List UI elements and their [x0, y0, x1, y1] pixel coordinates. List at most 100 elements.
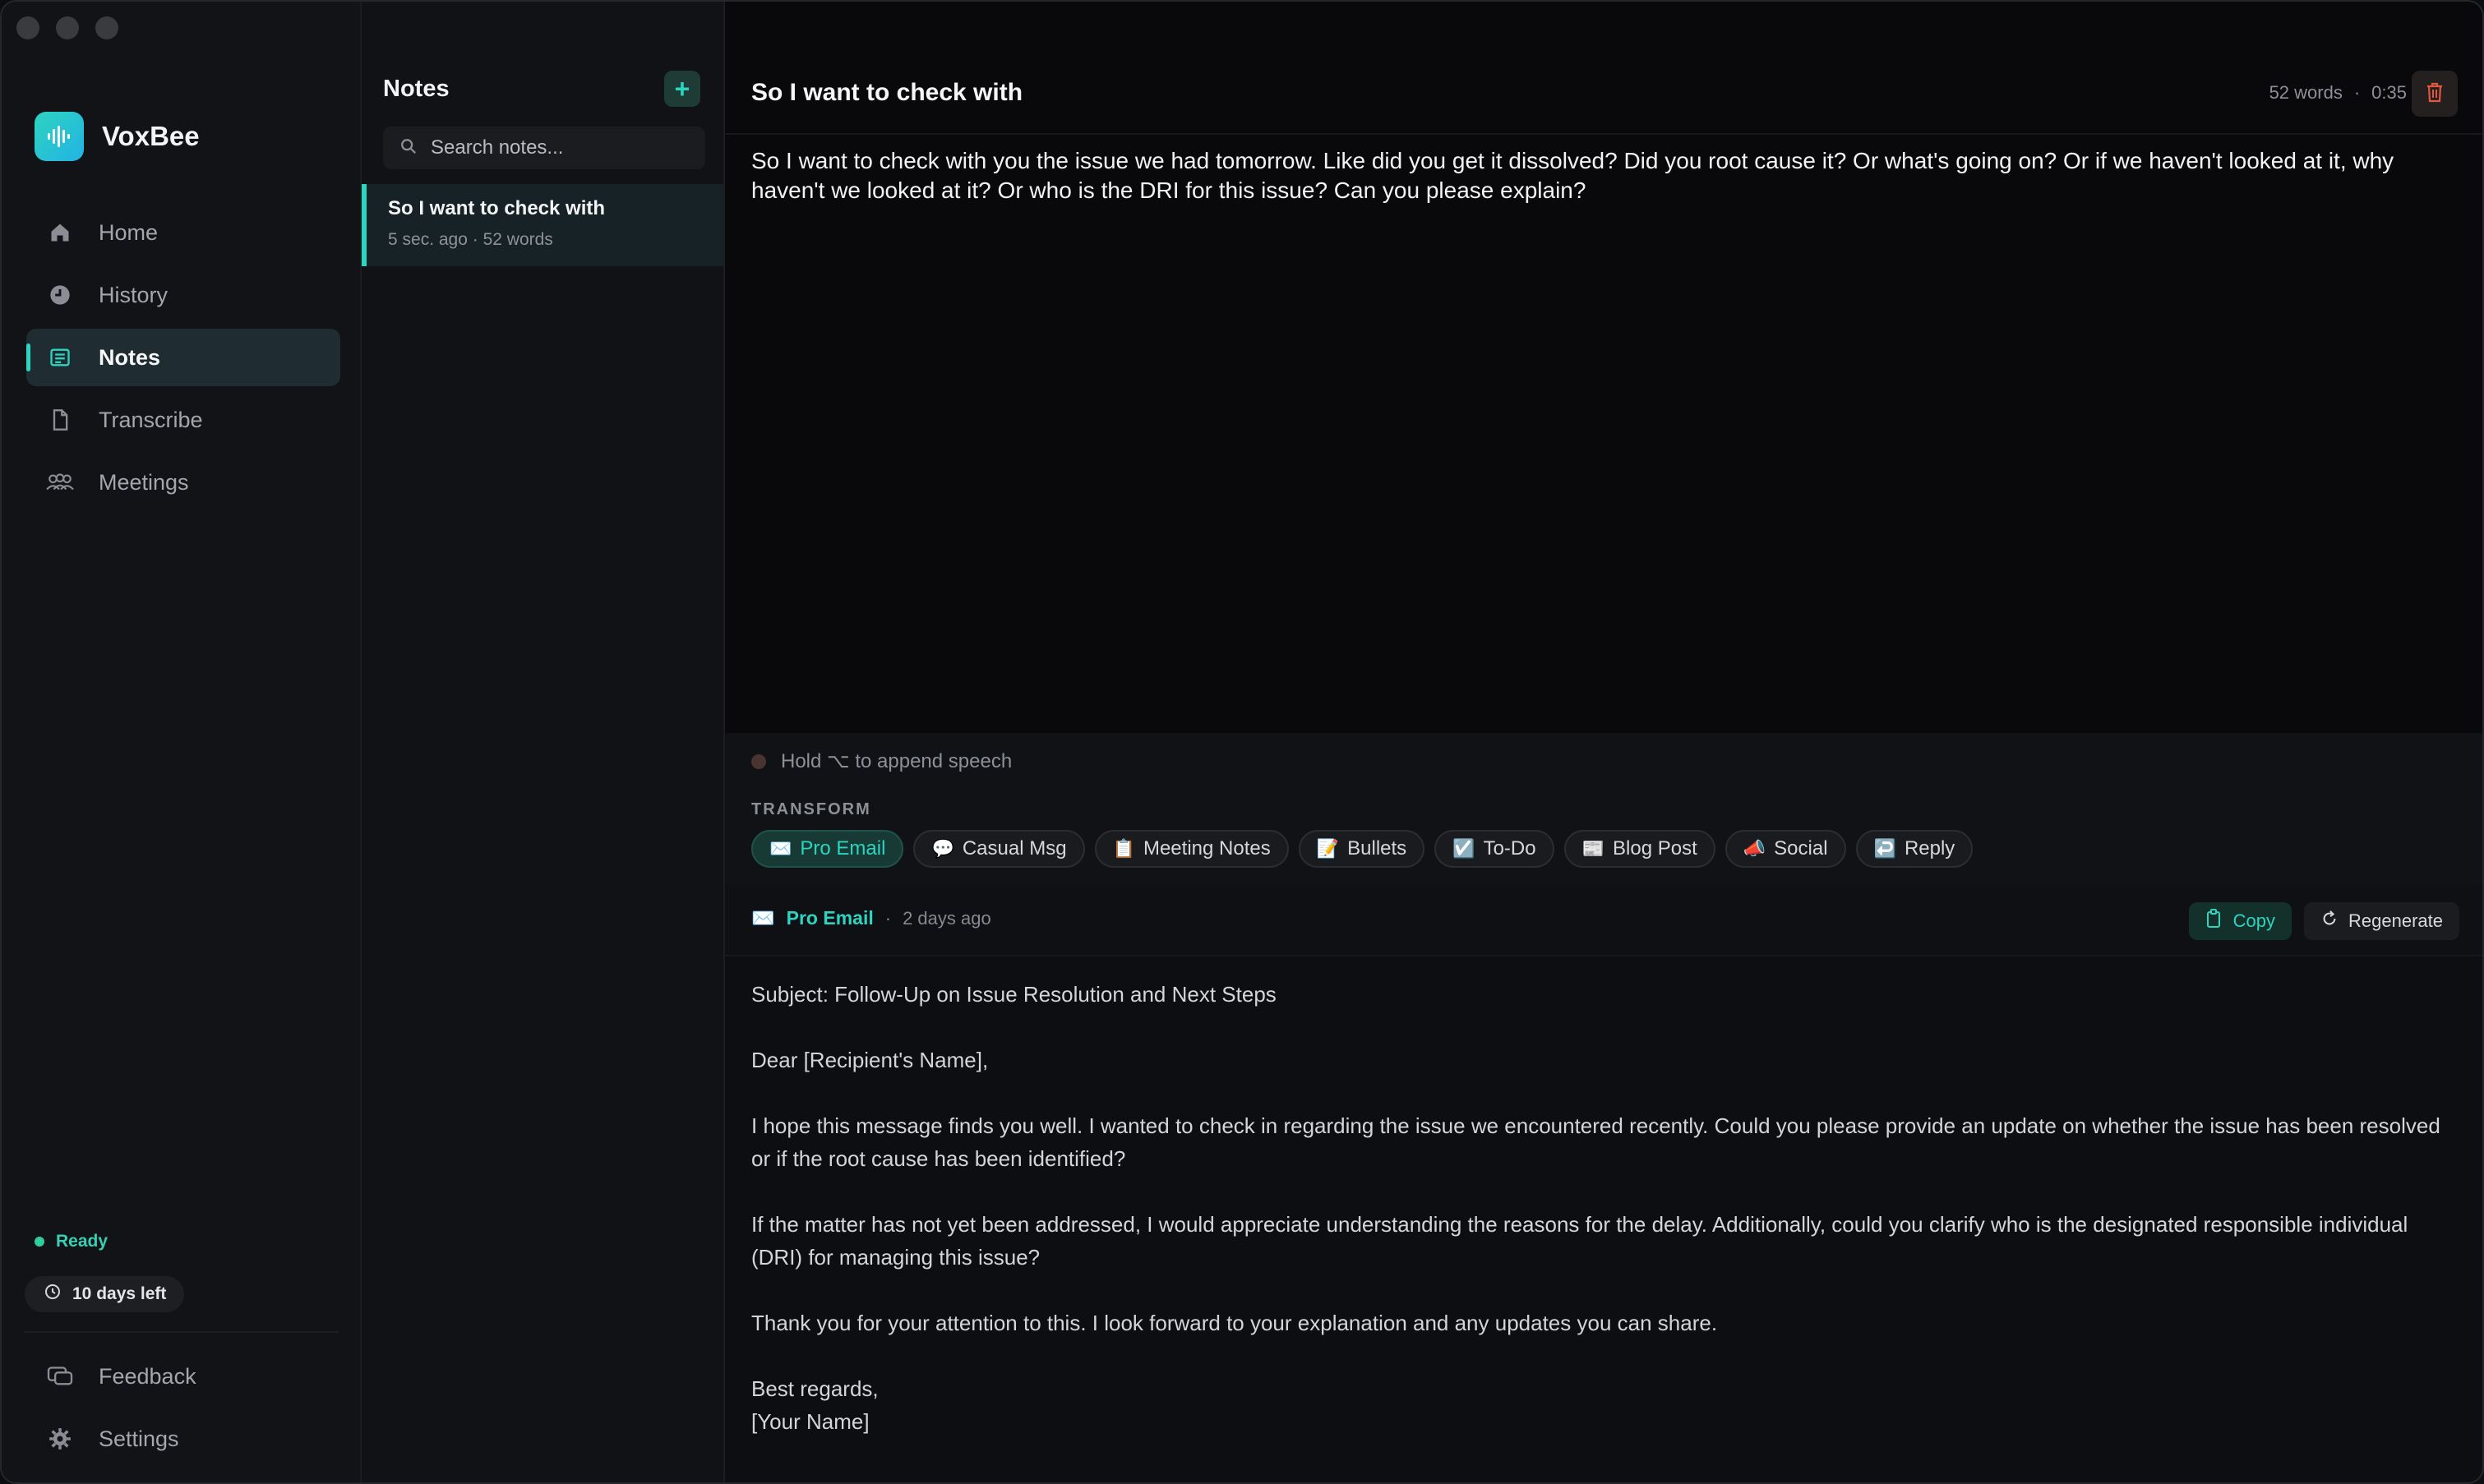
email-paragraph: If the matter has not yet been addressed…	[751, 1212, 2408, 1270]
note-time: 5 sec. ago	[388, 230, 468, 249]
duration: 0:35	[2371, 82, 2407, 103]
note-editor: So I want to check with 52 words · 0:35 …	[725, 2, 2482, 1482]
email-paragraph: Dear [Recipient's Name],	[751, 1048, 989, 1072]
note-title-heading[interactable]: So I want to check with	[751, 79, 1023, 107]
result-info: ✉️ Pro Email · 2 days ago	[751, 907, 991, 929]
people-icon	[46, 468, 74, 496]
divider	[25, 1331, 339, 1333]
sidebar-item-label: History	[99, 282, 169, 307]
newspaper-icon: 📰	[1581, 838, 1605, 859]
transform-chips: ✉️ Pro Email 💬 Casual Msg 📋 Meeting Note…	[751, 830, 1974, 868]
chip-label: Reply	[1904, 837, 1955, 860]
sidebar-item-label: Transcribe	[99, 407, 203, 432]
chip-label: Meeting Notes	[1143, 837, 1271, 860]
sidebar-item-label: Notes	[99, 344, 161, 370]
copy-label: Copy	[2232, 910, 2275, 931]
file-icon	[46, 406, 74, 434]
feedback-icon	[46, 1362, 74, 1390]
email-paragraph: Thank you for your attention to this. I …	[751, 1311, 1718, 1335]
chip-casual-msg[interactable]: 💬 Casual Msg	[913, 830, 1085, 868]
divider	[725, 133, 2482, 135]
minimize-window-button[interactable]	[56, 16, 79, 39]
chip-meeting-notes[interactable]: 📋 Meeting Notes	[1094, 830, 1289, 868]
result-content[interactable]: Subject: Follow-Up on Issue Resolution a…	[751, 978, 2461, 1438]
chip-label: To-Do	[1483, 837, 1536, 860]
status-dot-icon	[35, 1237, 44, 1247]
result-header: ✉️ Pro Email · 2 days ago Copy Regenerat…	[725, 884, 2482, 956]
note-meta: 5 sec. ago · 52 words	[388, 230, 723, 250]
copy-icon	[2205, 909, 2223, 933]
status-text: Ready	[56, 1232, 109, 1251]
sidebar-item-notes[interactable]: Notes	[26, 329, 340, 386]
add-note-button[interactable]: +	[664, 71, 700, 107]
envelope-icon: ✉️	[751, 907, 775, 929]
home-icon	[46, 219, 74, 247]
sidebar: VoxBee Home History Notes Transcribe Mee…	[2, 2, 362, 1482]
transform-toolbar: Hold ⌥ to append speech TRANSFORM ✉️ Pro…	[725, 733, 2482, 884]
window-controls	[16, 16, 118, 39]
sidebar-item-label: Meetings	[99, 469, 189, 495]
append-hint-text: Hold ⌥ to append speech	[781, 750, 1013, 772]
note-list-item[interactable]: So I want to check with 5 sec. ago · 52 …	[362, 184, 723, 266]
trial-badge[interactable]: 10 days left	[25, 1276, 185, 1312]
chip-label: Blog Post	[1613, 837, 1697, 860]
trial-text: 10 days left	[72, 1284, 167, 1303]
sidebar-item-feedback[interactable]: Feedback	[26, 1348, 340, 1405]
chip-reply[interactable]: ↩️ Reply	[1855, 830, 1974, 868]
chip-todo[interactable]: ☑️ To-Do	[1434, 830, 1554, 868]
close-window-button[interactable]	[16, 16, 39, 39]
checkbox-icon: ☑️	[1452, 838, 1475, 859]
email-signature: [Your Name]	[751, 1409, 870, 1434]
word-count: 52 words	[2269, 82, 2343, 103]
notes-heading: Notes	[383, 76, 450, 102]
refresh-icon	[2320, 910, 2339, 933]
search-icon	[399, 137, 418, 159]
chip-social[interactable]: 📣 Social	[1724, 830, 1846, 868]
sidebar-item-label: Home	[99, 219, 159, 245]
delete-note-button[interactable]	[2412, 71, 2458, 117]
regenerate-button[interactable]: Regenerate	[2304, 902, 2459, 940]
search-box[interactable]	[383, 127, 705, 169]
speech-bubble-icon: 💬	[931, 838, 954, 859]
copy-button[interactable]: Copy	[2188, 902, 2292, 940]
envelope-icon: ✉️	[769, 838, 792, 859]
result-timestamp: 2 days ago	[903, 907, 991, 929]
app-name: VoxBee	[102, 121, 200, 151]
notes-icon	[46, 343, 74, 371]
sidebar-item-meetings[interactable]: Meetings	[26, 454, 340, 511]
zoom-window-button[interactable]	[95, 16, 118, 39]
sidebar-bottom-nav: Feedback Settings	[26, 1348, 340, 1472]
transcript-text[interactable]: So I want to check with you the issue we…	[751, 146, 2461, 205]
status-indicator: Ready	[35, 1232, 108, 1251]
note-stats: 52 words · 0:35	[2269, 82, 2407, 104]
clock-icon	[43, 1282, 62, 1307]
reply-arrow-icon: ↩️	[1873, 838, 1896, 859]
chip-pro-email[interactable]: ✉️ Pro Email	[751, 830, 904, 868]
chip-bullets[interactable]: 📝 Bullets	[1298, 830, 1425, 868]
sidebar-item-history[interactable]: History	[26, 266, 340, 324]
sidebar-item-transcribe[interactable]: Transcribe	[26, 391, 340, 449]
app-window: VoxBee Home History Notes Transcribe Mee…	[0, 0, 2484, 1484]
sidebar-item-home[interactable]: Home	[26, 204, 340, 261]
chip-label: Social	[1774, 837, 1828, 860]
chip-label: Casual Msg	[962, 837, 1067, 860]
search-input[interactable]	[429, 136, 695, 160]
email-closing: Best regards,	[751, 1376, 879, 1401]
chip-blog-post[interactable]: 📰 Blog Post	[1563, 830, 1715, 868]
result-separator: ·	[884, 907, 892, 929]
record-dot-icon	[751, 754, 766, 769]
sidebar-item-label: Feedback	[99, 1363, 196, 1389]
note-word-count: 52 words	[482, 230, 553, 249]
sidebar-item-label: Settings	[99, 1426, 179, 1451]
waveform-logo-icon	[35, 112, 84, 161]
megaphone-icon: 📣	[1743, 838, 1766, 859]
meta-separator: ·	[2353, 82, 2361, 103]
transform-label: TRANSFORM	[751, 800, 871, 818]
clipboard-icon: 📋	[1112, 838, 1135, 859]
sidebar-nav: Home History Notes Transcribe Meetings	[26, 204, 340, 516]
result-type: Pro Email	[786, 907, 874, 929]
note-title: So I want to check with	[388, 197, 606, 219]
sidebar-item-settings[interactable]: Settings	[26, 1410, 340, 1468]
trash-icon	[2425, 81, 2445, 107]
transcript-area	[725, 2, 2482, 733]
